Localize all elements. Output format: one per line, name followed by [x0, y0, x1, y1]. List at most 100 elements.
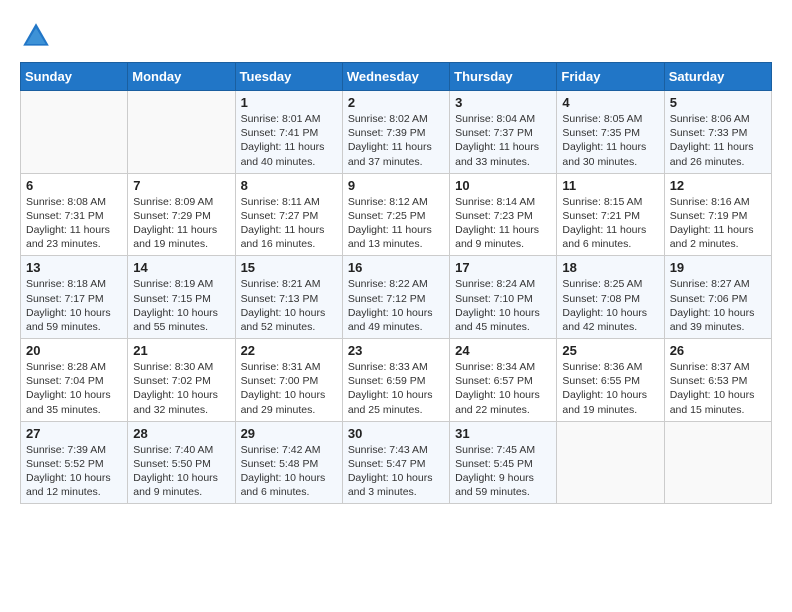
calendar-cell: 3 Sunrise: 8:04 AM Sunset: 7:37 PM Daylig… [450, 91, 557, 174]
weekday-header-monday: Monday [128, 63, 235, 91]
day-number: 6 [26, 178, 122, 193]
day-number: 31 [455, 426, 551, 441]
day-number: 29 [241, 426, 337, 441]
calendar-cell: 30 Sunrise: 7:43 AM Sunset: 5:47 PM Dayli… [342, 421, 449, 504]
day-info: Sunrise: 7:42 AM Sunset: 5:48 PM Dayligh… [241, 443, 337, 500]
day-number: 16 [348, 260, 444, 275]
calendar-cell: 1 Sunrise: 8:01 AM Sunset: 7:41 PM Daylig… [235, 91, 342, 174]
day-number: 7 [133, 178, 229, 193]
day-number: 8 [241, 178, 337, 193]
calendar-cell [21, 91, 128, 174]
calendar-week-4: 20 Sunrise: 8:28 AM Sunset: 7:04 PM Dayli… [21, 339, 772, 422]
weekday-header-saturday: Saturday [664, 63, 771, 91]
day-info: Sunrise: 8:14 AM Sunset: 7:23 PM Dayligh… [455, 195, 551, 252]
day-info: Sunrise: 8:02 AM Sunset: 7:39 PM Dayligh… [348, 112, 444, 169]
calendar-cell: 6 Sunrise: 8:08 AM Sunset: 7:31 PM Daylig… [21, 173, 128, 256]
calendar-cell: 2 Sunrise: 8:02 AM Sunset: 7:39 PM Daylig… [342, 91, 449, 174]
calendar-cell: 15 Sunrise: 8:21 AM Sunset: 7:13 PM Dayli… [235, 256, 342, 339]
day-info: Sunrise: 8:18 AM Sunset: 7:17 PM Dayligh… [26, 277, 122, 334]
day-number: 17 [455, 260, 551, 275]
day-info: Sunrise: 8:19 AM Sunset: 7:15 PM Dayligh… [133, 277, 229, 334]
calendar-cell: 29 Sunrise: 7:42 AM Sunset: 5:48 PM Dayli… [235, 421, 342, 504]
calendar-week-5: 27 Sunrise: 7:39 AM Sunset: 5:52 PM Dayli… [21, 421, 772, 504]
calendar-cell: 28Sunrise: 7:40 AM Sunset: 5:50 PM Dayli… [128, 421, 235, 504]
calendar-cell: 20 Sunrise: 8:28 AM Sunset: 7:04 PM Dayli… [21, 339, 128, 422]
day-info: Sunrise: 7:45 AM Sunset: 5:45 PM Dayligh… [455, 443, 551, 500]
day-info: Sunrise: 8:30 AM Sunset: 7:02 PM Dayligh… [133, 360, 229, 417]
day-number: 4 [562, 95, 658, 110]
day-info: Sunrise: 8:06 AM Sunset: 7:33 PM Dayligh… [670, 112, 766, 169]
calendar-cell: 27 Sunrise: 7:39 AM Sunset: 5:52 PM Dayli… [21, 421, 128, 504]
calendar-cell: 4 Sunrise: 8:05 AM Sunset: 7:35 PM Daylig… [557, 91, 664, 174]
calendar-cell: 17 Sunrise: 8:24 AM Sunset: 7:10 PM Dayli… [450, 256, 557, 339]
day-number: 25 [562, 343, 658, 358]
day-info: Sunrise: 8:31 AM Sunset: 7:00 PM Dayligh… [241, 360, 337, 417]
calendar-cell: 10 Sunrise: 8:14 AM Sunset: 7:23 PM Dayli… [450, 173, 557, 256]
day-number: 20 [26, 343, 122, 358]
day-number: 2 [348, 95, 444, 110]
day-info: Sunrise: 8:01 AM Sunset: 7:41 PM Dayligh… [241, 112, 337, 169]
calendar-week-1: 1 Sunrise: 8:01 AM Sunset: 7:41 PM Daylig… [21, 91, 772, 174]
day-number: 13 [26, 260, 122, 275]
day-info: Sunrise: 8:12 AM Sunset: 7:25 PM Dayligh… [348, 195, 444, 252]
calendar-cell: 31 Sunrise: 7:45 AM Sunset: 5:45 PM Dayli… [450, 421, 557, 504]
day-info: Sunrise: 8:36 AM Sunset: 6:55 PM Dayligh… [562, 360, 658, 417]
day-number: 14 [133, 260, 229, 275]
calendar-cell [664, 421, 771, 504]
day-info: Sunrise: 8:11 AM Sunset: 7:27 PM Dayligh… [241, 195, 337, 252]
weekday-header-sunday: Sunday [21, 63, 128, 91]
day-info: Sunrise: 8:15 AM Sunset: 7:21 PM Dayligh… [562, 195, 658, 252]
day-info: Sunrise: 8:25 AM Sunset: 7:08 PM Dayligh… [562, 277, 658, 334]
day-info: Sunrise: 8:16 AM Sunset: 7:19 PM Dayligh… [670, 195, 766, 252]
day-number: 30 [348, 426, 444, 441]
day-number: 21 [133, 343, 229, 358]
day-number: 3 [455, 95, 551, 110]
weekday-header-tuesday: Tuesday [235, 63, 342, 91]
day-number: 19 [670, 260, 766, 275]
day-info: Sunrise: 8:05 AM Sunset: 7:35 PM Dayligh… [562, 112, 658, 169]
calendar-cell: 12Sunrise: 8:16 AM Sunset: 7:19 PM Dayli… [664, 173, 771, 256]
day-info: Sunrise: 8:08 AM Sunset: 7:31 PM Dayligh… [26, 195, 122, 252]
day-number: 28 [133, 426, 229, 441]
day-number: 27 [26, 426, 122, 441]
day-number: 9 [348, 178, 444, 193]
logo-icon [20, 20, 52, 52]
weekday-header-wednesday: Wednesday [342, 63, 449, 91]
calendar-cell: 11 Sunrise: 8:15 AM Sunset: 7:21 PM Dayli… [557, 173, 664, 256]
calendar-cell: 26Sunrise: 8:37 AM Sunset: 6:53 PM Dayli… [664, 339, 771, 422]
day-number: 11 [562, 178, 658, 193]
day-number: 26 [670, 343, 766, 358]
calendar-cell: 22Sunrise: 8:31 AM Sunset: 7:00 PM Dayli… [235, 339, 342, 422]
calendar-week-2: 6 Sunrise: 8:08 AM Sunset: 7:31 PM Daylig… [21, 173, 772, 256]
calendar-cell [557, 421, 664, 504]
calendar-cell: 25 Sunrise: 8:36 AM Sunset: 6:55 PM Dayli… [557, 339, 664, 422]
day-info: Sunrise: 7:39 AM Sunset: 5:52 PM Dayligh… [26, 443, 122, 500]
page-header [20, 20, 772, 52]
day-number: 1 [241, 95, 337, 110]
day-number: 23 [348, 343, 444, 358]
day-info: Sunrise: 8:21 AM Sunset: 7:13 PM Dayligh… [241, 277, 337, 334]
calendar-cell: 19 Sunrise: 8:27 AM Sunset: 7:06 PM Dayli… [664, 256, 771, 339]
logo [20, 20, 58, 52]
calendar-cell: 24 Sunrise: 8:34 AM Sunset: 6:57 PM Dayli… [450, 339, 557, 422]
calendar-cell: 23Sunrise: 8:33 AM Sunset: 6:59 PM Dayli… [342, 339, 449, 422]
day-info: Sunrise: 8:09 AM Sunset: 7:29 PM Dayligh… [133, 195, 229, 252]
day-info: Sunrise: 7:43 AM Sunset: 5:47 PM Dayligh… [348, 443, 444, 500]
calendar-cell: 21 Sunrise: 8:30 AM Sunset: 7:02 PM Dayli… [128, 339, 235, 422]
day-info: Sunrise: 8:24 AM Sunset: 7:10 PM Dayligh… [455, 277, 551, 334]
day-info: Sunrise: 8:04 AM Sunset: 7:37 PM Dayligh… [455, 112, 551, 169]
day-number: 24 [455, 343, 551, 358]
calendar-cell: 14 Sunrise: 8:19 AM Sunset: 7:15 PM Dayli… [128, 256, 235, 339]
day-info: Sunrise: 8:27 AM Sunset: 7:06 PM Dayligh… [670, 277, 766, 334]
calendar-week-3: 13 Sunrise: 8:18 AM Sunset: 7:17 PM Dayli… [21, 256, 772, 339]
weekday-header-friday: Friday [557, 63, 664, 91]
calendar-cell: 13 Sunrise: 8:18 AM Sunset: 7:17 PM Dayli… [21, 256, 128, 339]
day-info: Sunrise: 8:34 AM Sunset: 6:57 PM Dayligh… [455, 360, 551, 417]
day-number: 5 [670, 95, 766, 110]
day-info: Sunrise: 8:22 AM Sunset: 7:12 PM Dayligh… [348, 277, 444, 334]
day-number: 18 [562, 260, 658, 275]
day-info: Sunrise: 8:28 AM Sunset: 7:04 PM Dayligh… [26, 360, 122, 417]
day-number: 15 [241, 260, 337, 275]
calendar-header: SundayMondayTuesdayWednesdayThursdayFrid… [21, 63, 772, 91]
day-number: 10 [455, 178, 551, 193]
